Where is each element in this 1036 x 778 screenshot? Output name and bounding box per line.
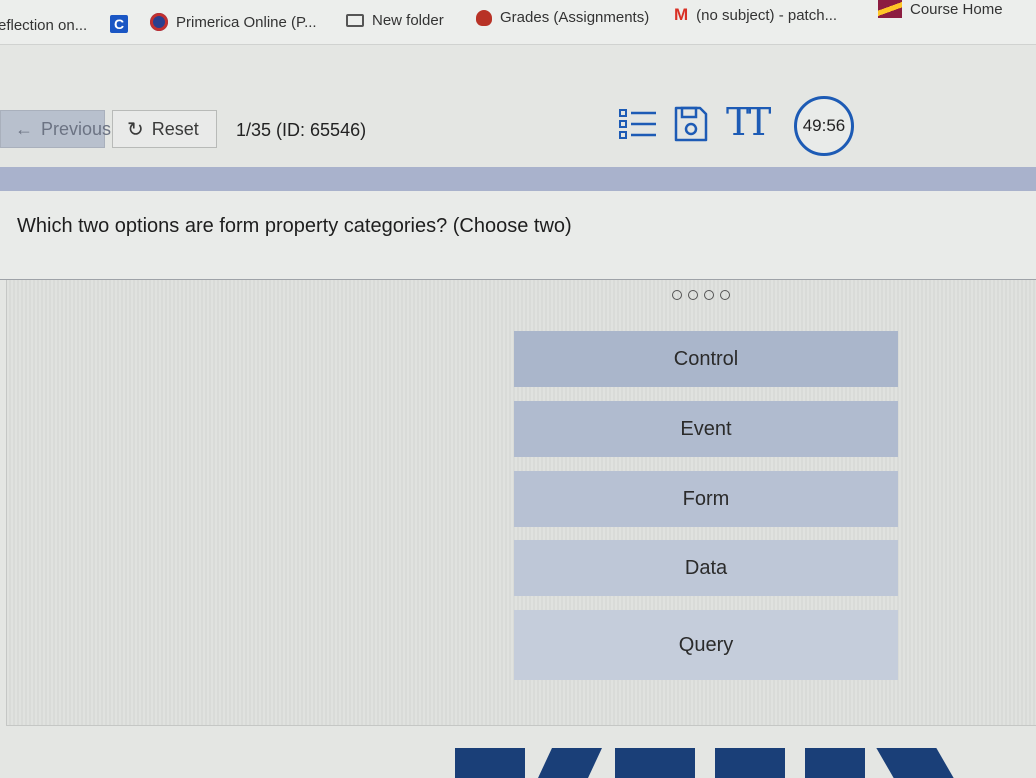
- primerica-icon: [150, 13, 168, 31]
- bookmark-label: Primerica Online (P...: [176, 13, 317, 31]
- bookmark-gmail[interactable]: M (no subject) - patch...: [674, 5, 837, 25]
- bookmark-primerica[interactable]: Primerica Online (P...: [150, 13, 317, 31]
- option-label: Data: [684, 556, 728, 579]
- bookmark-course-home[interactable]: Course Home: [878, 0, 1003, 18]
- option-label: Query: [678, 633, 734, 656]
- option-label: Form: [682, 487, 730, 510]
- dot-icon: [672, 290, 682, 300]
- reset-button[interactable]: ↻ Reset: [112, 110, 217, 148]
- list-icon[interactable]: [618, 104, 658, 144]
- timer-text: 49:56: [802, 116, 846, 135]
- course-home-icon: [878, 0, 902, 18]
- bookmark-grades[interactable]: Grades (Assignments): [476, 9, 649, 26]
- previous-button[interactable]: ← Previous: [0, 110, 111, 148]
- question-area: Which two options are form property cate…: [0, 191, 1036, 280]
- bookmark-label: (no subject) - patch...: [696, 6, 838, 24]
- bookmark-new-folder[interactable]: New folder: [346, 12, 444, 29]
- c-square-icon: C: [110, 15, 128, 33]
- reset-label: Reset: [151, 118, 199, 139]
- previous-label: Previous: [41, 118, 112, 139]
- option-label: Event: [680, 417, 732, 440]
- option-event[interactable]: Event: [514, 401, 898, 457]
- dot-icon: [688, 290, 698, 300]
- progress-band: [0, 167, 1036, 191]
- option-control[interactable]: Control: [514, 331, 898, 387]
- reset-icon: ↻: [127, 118, 144, 141]
- save-icon[interactable]: [672, 104, 710, 144]
- bookmarks-bar: eflection on... C Primerica Online (P...…: [0, 0, 1036, 45]
- question-counter: 1/35 (ID: 65546): [236, 120, 367, 140]
- question-text: Which two options are form property cate…: [17, 215, 572, 237]
- bookmark-label: eflection on...: [0, 17, 88, 34]
- gmail-icon: M: [674, 5, 689, 24]
- bookmark-label: Grades (Assignments): [500, 9, 650, 26]
- folder-icon: [346, 14, 364, 27]
- bookmark-eflection[interactable]: eflection on...: [0, 17, 87, 34]
- option-data[interactable]: Data: [514, 540, 898, 596]
- grades-icon: [476, 9, 492, 26]
- timer: 49:56: [794, 96, 854, 156]
- loading-dots: [672, 290, 730, 300]
- option-form[interactable]: Form: [514, 471, 898, 527]
- bookmark-label: Course Home: [910, 0, 1003, 18]
- font-size-icon[interactable]: TT: [726, 100, 771, 144]
- dot-icon: [720, 290, 730, 300]
- exam-toolbar: ← Previous ↻ Reset 1/35 (ID: 65546) TT 4…: [0, 96, 1036, 166]
- option-query[interactable]: Query: [514, 610, 898, 680]
- bookmark-label: New folder: [372, 12, 444, 29]
- arrow-left-icon: ←: [15, 118, 33, 139]
- option-label: Control: [673, 347, 739, 370]
- bookmark-c[interactable]: C: [110, 15, 128, 33]
- dot-icon: [704, 290, 714, 300]
